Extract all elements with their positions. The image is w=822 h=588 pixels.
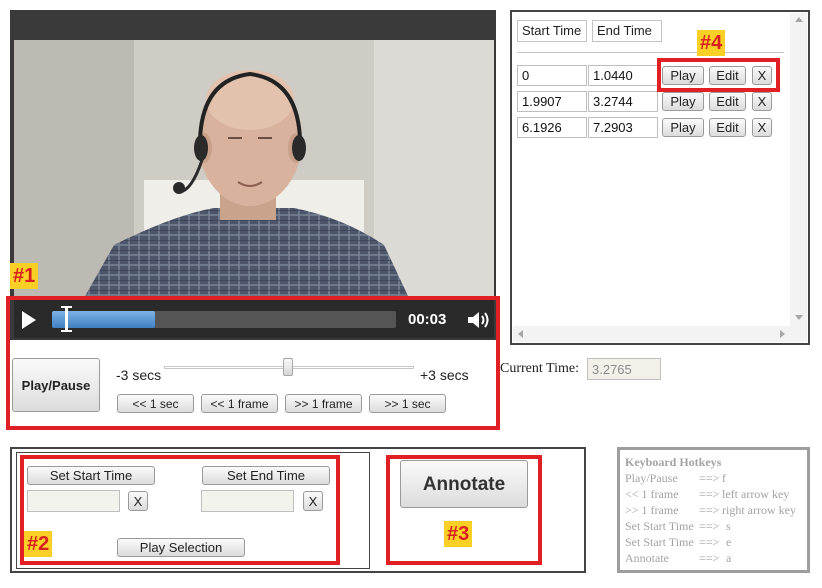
hotkey-arrow: ==> xyxy=(699,551,720,565)
scroll-up-icon[interactable] xyxy=(795,17,803,22)
segment-start-field[interactable] xyxy=(517,91,587,112)
end-time-header: End Time xyxy=(592,20,662,42)
hotkey-arrow: ==> xyxy=(699,503,720,517)
highlight-box-4 xyxy=(657,58,780,92)
scroll-down-icon[interactable] xyxy=(795,315,803,320)
hotkey-key: a xyxy=(726,551,732,565)
marker-1: #1 xyxy=(10,263,39,289)
marker-2: #2 xyxy=(24,531,53,557)
hotkey-key: s xyxy=(726,519,731,533)
hotkey-arrow: ==> xyxy=(699,471,720,485)
hotkey-key: left arrow key xyxy=(722,487,790,501)
hotkey-arrow: ==> xyxy=(699,535,720,549)
hotkey-arrow: ==> xyxy=(699,487,720,501)
segment-start-field[interactable] xyxy=(517,65,587,86)
segment-delete-button[interactable]: X xyxy=(752,92,772,111)
marker-3: #3 xyxy=(444,521,473,547)
scroll-left-icon[interactable] xyxy=(518,330,523,338)
segment-play-button[interactable]: Play xyxy=(662,118,704,137)
start-time-header: Start Time xyxy=(517,20,587,42)
highlight-box-1 xyxy=(6,296,500,430)
hotkey-action: << 1 frame xyxy=(625,487,679,501)
current-time-label: Current Time: xyxy=(500,361,579,376)
horizontal-scrollbar[interactable] xyxy=(513,326,807,342)
header-divider xyxy=(517,52,784,53)
hotkey-key: f xyxy=(722,471,726,485)
highlight-box-2 xyxy=(20,455,340,565)
vertical-scrollbar[interactable] xyxy=(790,13,807,327)
hotkey-action: Annotate xyxy=(625,551,669,565)
hotkey-action: Play/Pause xyxy=(625,471,678,485)
segment-delete-button[interactable]: X xyxy=(752,118,772,137)
segment-end-field[interactable] xyxy=(588,117,658,138)
scroll-right-icon[interactable] xyxy=(780,330,785,338)
segment-end-field[interactable] xyxy=(588,65,658,86)
segment-end-field[interactable] xyxy=(588,91,658,112)
hotkey-key: right arrow key xyxy=(722,503,796,517)
segment-edit-button[interactable]: Edit xyxy=(709,92,746,111)
current-time-field[interactable] xyxy=(587,358,661,380)
segment-edit-button[interactable]: Edit xyxy=(709,118,746,137)
hotkey-key: e xyxy=(726,535,732,549)
hotkey-action: Set Start Time xyxy=(625,519,694,533)
segment-play-button[interactable]: Play xyxy=(662,92,704,111)
marker-4: #4 xyxy=(697,30,726,56)
hotkey-action: Set Start Time xyxy=(625,535,694,549)
hotkey-arrow: ==> xyxy=(699,519,720,533)
person-video-image xyxy=(14,40,494,298)
video-frame[interactable] xyxy=(14,40,494,298)
highlight-box-3 xyxy=(386,455,542,565)
hotkeys-title: Keyboard Hotkeys xyxy=(625,455,722,469)
segment-start-field[interactable] xyxy=(517,117,587,138)
hotkey-action: >> 1 frame xyxy=(625,503,679,517)
